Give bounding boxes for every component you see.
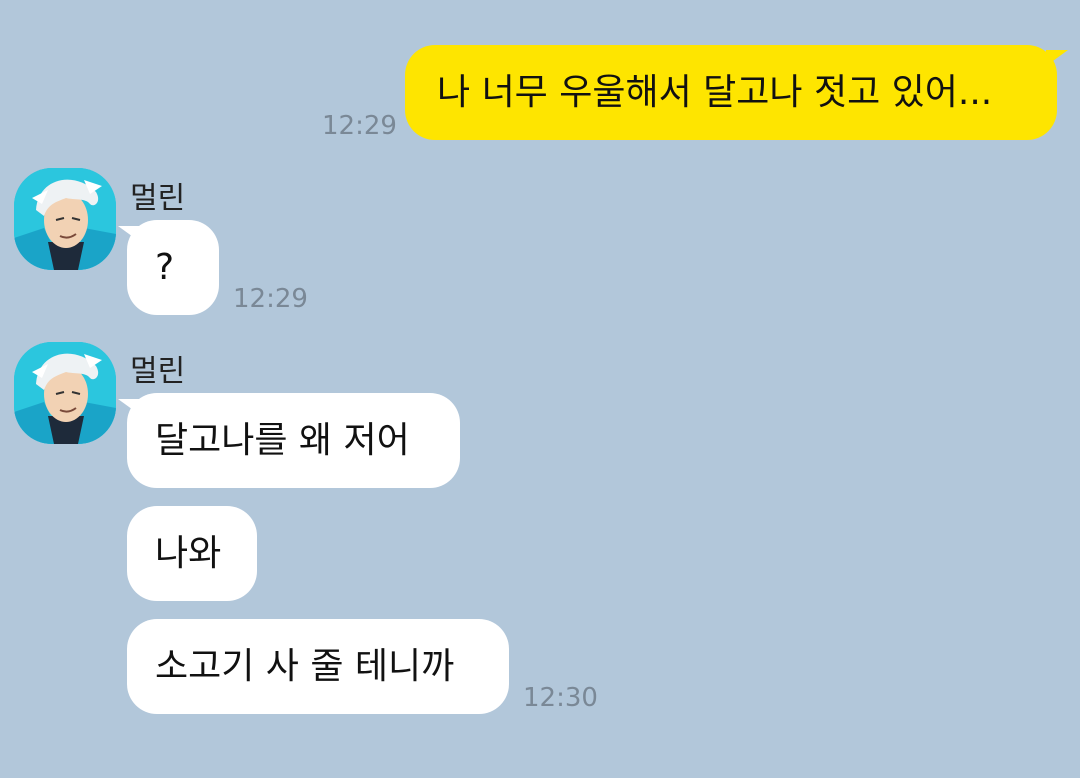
incoming-timestamp: 12:29 bbox=[233, 284, 308, 314]
outgoing-bubble-tail bbox=[1046, 50, 1068, 66]
sender-avatar[interactable] bbox=[14, 168, 116, 270]
incoming-bubble-tail bbox=[118, 226, 140, 242]
outgoing-message-bubble[interactable]: 나 너무 우울해서 달고나 젓고 있어... bbox=[405, 45, 1057, 140]
incoming-message-bubble[interactable]: ? bbox=[127, 220, 219, 315]
outgoing-message-text: 나 너무 우울해서 달고나 젓고 있어... bbox=[437, 71, 993, 113]
sender-name: 멀린 bbox=[130, 181, 186, 216]
character-avatar-icon bbox=[14, 168, 116, 270]
incoming-message-bubble[interactable]: 나와 bbox=[127, 506, 257, 601]
incoming-message-bubble[interactable]: 소고기 사 줄 테니까 bbox=[127, 619, 509, 714]
outgoing-timestamp: 12:29 bbox=[322, 111, 397, 141]
incoming-message-text: 나와 bbox=[155, 532, 222, 574]
incoming-bubble-tail bbox=[118, 399, 140, 415]
sender-name: 멀린 bbox=[130, 354, 186, 389]
incoming-message-bubble[interactable]: 달고나를 왜 저어 bbox=[127, 393, 460, 488]
sender-avatar[interactable] bbox=[14, 342, 116, 444]
incoming-message-text: 달고나를 왜 저어 bbox=[155, 419, 410, 461]
incoming-timestamp: 12:30 bbox=[523, 683, 598, 713]
character-avatar-icon bbox=[14, 342, 116, 444]
incoming-message-text: ? bbox=[155, 246, 175, 288]
incoming-message-text: 소고기 사 줄 테니까 bbox=[155, 645, 455, 687]
